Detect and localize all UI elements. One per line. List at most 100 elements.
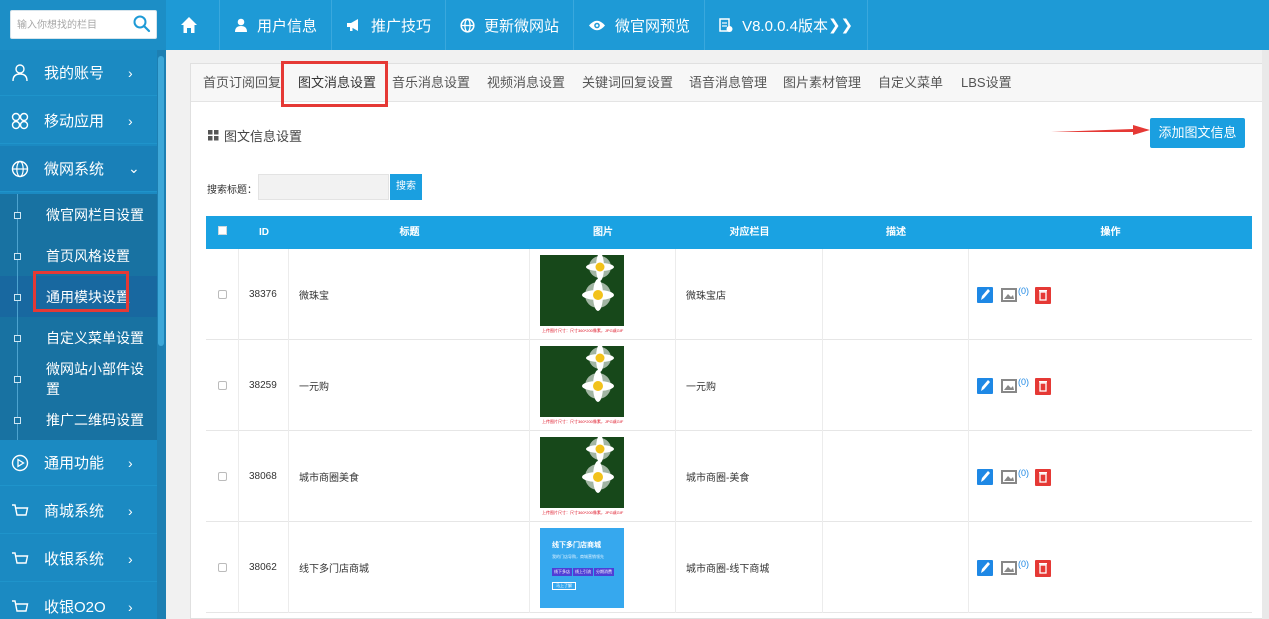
nav-update-site[interactable]: 更新微网站 (446, 0, 575, 50)
nav-version[interactable]: V8.0.0.4版本 ❯❯ (705, 0, 869, 50)
version-icon (719, 17, 733, 32)
double-chevron-icon: ❯❯ (827, 17, 854, 34)
tree-node-icon (14, 194, 21, 235)
row-id: 38068 (239, 431, 289, 522)
add-news-button[interactable]: 添加图文信息 (1150, 118, 1245, 148)
tree-node-icon (14, 317, 21, 358)
news-image: 上传图片尺寸：尺寸360*200像素，JPG或GIF (540, 345, 624, 426)
delete-icon[interactable] (1035, 377, 1051, 395)
image-icon[interactable] (1001, 468, 1017, 486)
sidebar-sub-custom-menu[interactable]: 自定义菜单设置 (0, 317, 157, 358)
cart-icon (12, 551, 29, 564)
megaphone-icon (347, 19, 359, 31)
delete-icon[interactable] (1035, 286, 1051, 304)
news-image: 线下多门店商城 我的门店导购，商城营销领先 线下多店 线上引流 分期消费 马上了… (540, 527, 624, 608)
sidebar-item-micro-site[interactable]: 微网系统 ⌄ (0, 146, 157, 192)
top-bar: 用户信息 推广技巧 更新微网站 微官网预览 V8.0.0.4版本❯❯ (0, 0, 1269, 50)
row-image-cell: 上传图片尺寸：尺寸360*200像素，JPG或GIF (530, 249, 676, 340)
tab-lbs-settings[interactable]: LBS设置 (961, 64, 1012, 102)
promo-cta: 马上了解 (552, 581, 576, 590)
tab-bar: 首页订阅回复 图文消息设置 音乐消息设置 视频消息设置 关键词回复设置 语音消息… (191, 61, 1268, 107)
globe-icon (460, 17, 475, 33)
eye-icon (589, 20, 606, 30)
section-title-text: 图文信息设置 (224, 129, 303, 144)
row-title: 微珠宝 (289, 249, 530, 340)
tab-keyword-reply[interactable]: 关键词回复设置 (582, 64, 673, 102)
image-icon[interactable] (1001, 377, 1017, 395)
sidebar-sub-home-style[interactable]: 首页风格设置 (0, 235, 157, 276)
sidebar-item-mall[interactable]: 商城系统 › (0, 488, 157, 534)
sidebar: 我的账号 › 移动应用 › 微网系统 ⌄ 微官网栏目设置 首页风格设置 通用模块… (0, 50, 166, 619)
sidebar-sub-label: 推广二维码设置 (46, 411, 144, 428)
menu-search-input[interactable] (17, 17, 127, 33)
row-checkbox[interactable] (218, 563, 227, 572)
delete-icon[interactable] (1035, 468, 1051, 486)
row-description (823, 249, 969, 340)
tab-home-subscribe-reply[interactable]: 首页订阅回复 (203, 64, 281, 102)
sidebar-item-cashier[interactable]: 收银系统 › (0, 536, 157, 582)
tab-image-material[interactable]: 图片素材管理 (783, 64, 861, 102)
edit-icon[interactable] (977, 559, 993, 577)
daisy-image-icon (540, 345, 624, 417)
nav-site-preview[interactable]: 微官网预览 (574, 0, 706, 50)
row-column: 微珠宝店 (676, 249, 823, 340)
cart-icon (12, 503, 29, 516)
annotation-arrow-icon (1051, 125, 1150, 135)
chevron-right-icon: › (128, 598, 133, 615)
sidebar-item-cashier-o2o[interactable]: 收银O2O › (0, 584, 157, 619)
sidebar-sub-widgets[interactable]: 微网站小部件设置 (0, 358, 157, 399)
image-count: (0) (1018, 558, 1029, 569)
tab-video-message[interactable]: 视频消息设置 (487, 64, 565, 102)
page-scrollbar[interactable] (1262, 50, 1269, 619)
nav-user-info[interactable]: 用户信息 (220, 0, 333, 50)
apps-icon (11, 112, 29, 129)
home-button[interactable] (166, 0, 220, 50)
sidebar-scrollbar-thumb[interactable] (158, 56, 164, 346)
image-icon[interactable] (1001, 559, 1017, 577)
tree-node-icon (14, 399, 21, 440)
chevron-right-icon: › (128, 502, 133, 519)
row-select-cell (206, 249, 239, 340)
edit-icon[interactable] (977, 286, 993, 304)
section-title: 图文信息设置 (208, 126, 302, 145)
table-row: 38376 微珠宝 上传图片尺寸：尺寸360*200像素，JPG或GIF 微珠宝… (206, 249, 1252, 340)
edit-icon[interactable] (977, 377, 993, 395)
sidebar-sub-label: 首页风格设置 (46, 247, 130, 264)
search-icon[interactable] (132, 14, 152, 34)
sidebar-item-mobile-apps[interactable]: 移动应用 › (0, 98, 157, 144)
row-description (823, 431, 969, 522)
sidebar-item-account[interactable]: 我的账号 › (0, 50, 157, 96)
image-caption: 上传图片尺寸：尺寸360*200像素，JPG或GIF (540, 325, 624, 335)
highlight-box (281, 61, 388, 107)
sidebar-item-common-functions[interactable]: 通用功能 › (0, 440, 157, 486)
tab-voice-message[interactable]: 语音消息管理 (689, 64, 767, 102)
image-icon[interactable] (1001, 286, 1017, 304)
search-box[interactable] (10, 10, 157, 39)
chevron-down-icon: ⌄ (128, 160, 140, 176)
search-title-input[interactable] (258, 174, 389, 200)
column-header-title: 标题 (399, 227, 420, 238)
sidebar-item-label: 商城系统 (44, 503, 105, 520)
select-all-checkbox[interactable] (218, 226, 227, 235)
table-row: 38068 城市商圈美食 上传图片尺寸：尺寸360*200像素，JPG或GIF … (206, 431, 1252, 522)
row-select-cell (206, 431, 239, 522)
tab-music-message[interactable]: 音乐消息设置 (392, 64, 470, 102)
delete-icon[interactable] (1035, 559, 1051, 577)
row-checkbox[interactable] (218, 290, 227, 299)
nav-promo-tips[interactable]: 推广技巧 (332, 0, 447, 50)
edit-icon[interactable] (977, 468, 993, 486)
sidebar-item-label: 微网系统 (44, 161, 105, 178)
sidebar-sub-qrcode[interactable]: 推广二维码设置 (0, 399, 157, 440)
sidebar-sub-site-columns[interactable]: 微官网栏目设置 (0, 194, 157, 235)
search-button[interactable]: 搜索 (390, 174, 422, 200)
row-actions: (0) (969, 522, 1252, 613)
row-checkbox[interactable] (218, 472, 227, 481)
tab-custom-menu[interactable]: 自定义菜单 (878, 64, 943, 102)
table-header: ID 标题 图片 对应栏目 描述 操作 (206, 216, 1252, 249)
daisy-image-icon (540, 436, 624, 508)
tree-node-icon (14, 276, 21, 317)
chevron-right-icon: › (128, 454, 133, 471)
row-checkbox[interactable] (218, 381, 227, 390)
news-image: 上传图片尺寸：尺寸360*200像素，JPG或GIF (540, 436, 624, 517)
image-count: (0) (1018, 376, 1029, 387)
